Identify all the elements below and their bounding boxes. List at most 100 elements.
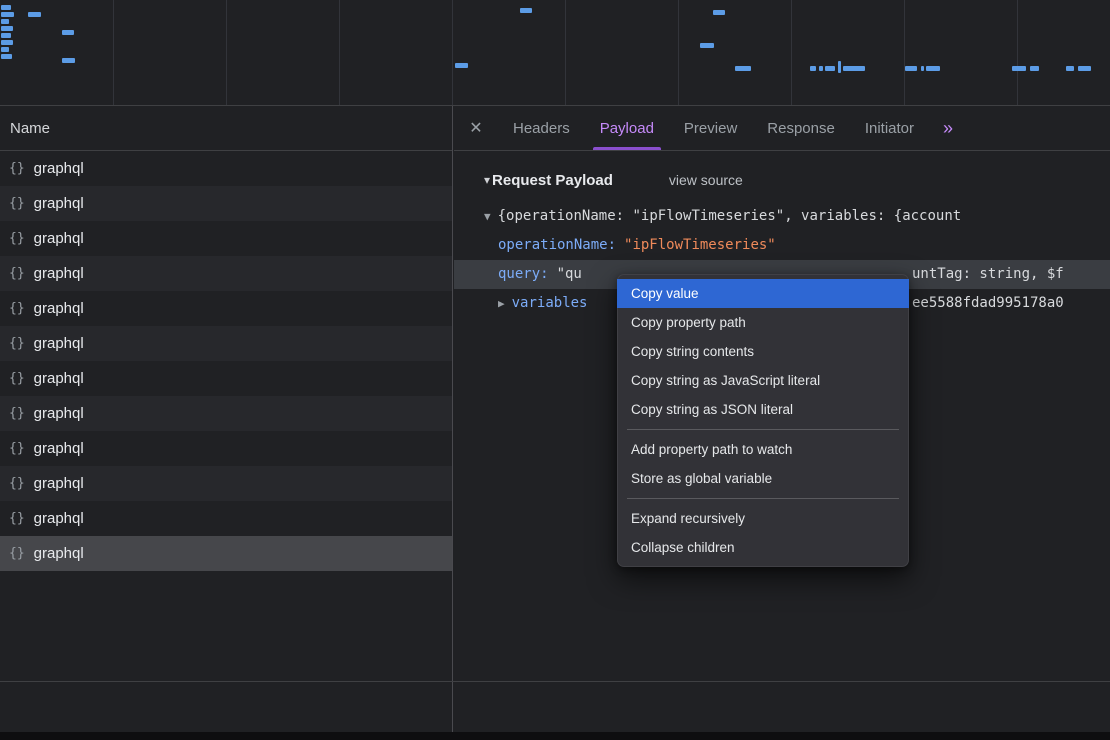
request-timing-bar	[1, 5, 11, 10]
request-timing-bar	[62, 58, 75, 63]
menu-item-copy-string-contents[interactable]: Copy string contents	[617, 337, 909, 366]
request-table: Name {}graphql{}graphql{}graphql{}graphq…	[0, 106, 453, 732]
timeline-gridline	[1017, 0, 1018, 105]
request-name: graphql	[34, 510, 84, 527]
request-row[interactable]: {} graphql	[0, 396, 452, 431]
property-value-right: untTag: string, $f	[912, 260, 1064, 289]
property-key: query:	[498, 266, 549, 282]
json-icon: {}	[9, 266, 25, 281]
request-name: graphql	[34, 300, 84, 317]
request-name: graphql	[34, 370, 84, 387]
property-value: "ipFlowTimeseries"	[624, 237, 776, 253]
request-name: graphql	[34, 335, 84, 352]
tab-headers[interactable]: Headers	[498, 106, 585, 150]
menu-item-add-property-path-to-watch[interactable]: Add property path to watch	[617, 435, 909, 464]
tab-initiator[interactable]: Initiator	[850, 106, 929, 150]
json-icon: {}	[9, 301, 25, 316]
view-source-link[interactable]: view source	[669, 172, 743, 188]
json-icon: {}	[9, 546, 25, 561]
json-icon: {}	[9, 336, 25, 351]
request-row[interactable]: {}graphql	[0, 431, 452, 466]
timeline-gridline	[226, 0, 227, 105]
request-timing-bar	[1, 12, 14, 17]
request-timing-bar	[1, 54, 12, 59]
request-timing-bar	[921, 66, 924, 71]
menu-item-copy-value[interactable]: Copy value	[617, 279, 909, 308]
expander-closed-icon[interactable]: ▶	[498, 289, 505, 318]
section-title: Request Payload	[492, 172, 613, 189]
expander-open-icon[interactable]: ▼	[484, 202, 491, 231]
request-name: graphql	[34, 405, 84, 422]
tree-root-line[interactable]: ▼{operationName: "ipFlowTimeseries", var…	[454, 202, 1110, 231]
menu-item-collapse-children[interactable]: Collapse children	[617, 533, 909, 562]
close-icon[interactable]: ✕	[454, 118, 498, 138]
request-timing-bar	[700, 43, 714, 48]
request-timing-bar	[926, 66, 940, 71]
property-value-left: "qu	[557, 266, 582, 282]
request-list: {} graphql {} graphql {} graphql {} graphql {} gr…	[0, 151, 452, 571]
request-name: graphql	[34, 545, 84, 562]
request-payload-section-header[interactable]: ▾ Request Payload view source	[454, 164, 1110, 196]
tab-strip: HeadersPayloadPreviewResponseInitiator	[498, 106, 929, 150]
window-bottom-edge	[0, 732, 1110, 740]
request-timing-bar	[735, 66, 751, 71]
request-row[interactable]: {} graphql	[0, 466, 452, 501]
json-icon: {}	[9, 371, 25, 386]
menu-item-store-as-global-variable[interactable]: Store as global variable	[617, 464, 909, 493]
detail-tabbar: ✕ HeadersPayloadPreviewResponseInitiator…	[454, 106, 1110, 151]
tab-payload[interactable]: Payload	[585, 106, 669, 150]
request-timing-bar	[1, 19, 9, 24]
json-icon: {}	[9, 161, 25, 176]
request-timing-bar	[1078, 66, 1091, 71]
json-icon: {}	[9, 476, 25, 491]
request-name: graphql	[34, 195, 84, 212]
timeline-gridline	[452, 0, 453, 105]
context-menu: Copy valueCopy property pathCopy string …	[617, 274, 909, 567]
menu-item-copy-property-path[interactable]: Copy property path	[617, 308, 909, 337]
request-name: graphql	[34, 265, 84, 282]
request-row[interactable]: {} graphql	[0, 186, 452, 221]
request-timing-bar	[905, 66, 917, 71]
request-row[interactable]: {} graphql	[0, 256, 452, 291]
json-icon: {}	[9, 441, 25, 456]
column-header-name: Name	[0, 106, 452, 151]
section-expander-icon[interactable]: ▾	[484, 173, 490, 187]
request-row[interactable]: {} graphql	[0, 326, 452, 361]
timeline-gridline	[565, 0, 566, 105]
request-timing-bar	[713, 10, 725, 15]
request-row[interactable]: {}graphql	[0, 501, 452, 536]
request-row[interactable]: {} graphql	[0, 291, 452, 326]
footer-divider	[0, 681, 1110, 682]
timeline-gridline	[791, 0, 792, 105]
more-tabs-icon[interactable]: »	[943, 118, 953, 139]
request-timing-bar	[810, 66, 816, 71]
menu-item-copy-string-as-json-literal[interactable]: Copy string as JSON literal	[617, 395, 909, 424]
request-timing-bar	[62, 30, 74, 35]
menu-item-copy-string-as-javascript-literal[interactable]: Copy string as JavaScript literal	[617, 366, 909, 395]
tab-response[interactable]: Response	[752, 106, 850, 150]
devtools-network-panel: Name {}graphql{}graphql{}graphql{}graphq…	[0, 0, 1110, 740]
property-key: operationName:	[498, 237, 616, 253]
request-name: graphql	[34, 475, 84, 492]
request-timing-bar	[1, 40, 13, 45]
request-timing-bar	[1, 47, 9, 52]
request-row[interactable]: {} graphql	[0, 536, 452, 571]
property-value-right: ee5588fdad995178a0	[912, 289, 1064, 318]
request-timing-bar	[1030, 66, 1039, 71]
request-name: graphql	[34, 160, 84, 177]
timeline-gridline	[113, 0, 114, 105]
request-row[interactable]: {} graphql	[0, 361, 452, 396]
request-timing-bar	[455, 63, 468, 68]
property-key: variables	[512, 295, 588, 311]
timeline-gridline	[904, 0, 905, 105]
request-row[interactable]: {} graphql	[0, 151, 452, 186]
request-row[interactable]: {}graphql	[0, 221, 452, 256]
menu-item-expand-recursively[interactable]: Expand recursively	[617, 504, 909, 533]
column-header-name-label: Name	[10, 120, 50, 137]
request-timing-bar	[1, 26, 13, 31]
json-icon: {}	[9, 406, 25, 421]
json-icon: {}	[9, 196, 25, 211]
tree-line-operationname[interactable]: operationName: "ipFlowTimeseries"	[454, 231, 1110, 260]
tab-preview[interactable]: Preview	[669, 106, 752, 150]
network-overview-timeline[interactable]	[0, 0, 1110, 106]
